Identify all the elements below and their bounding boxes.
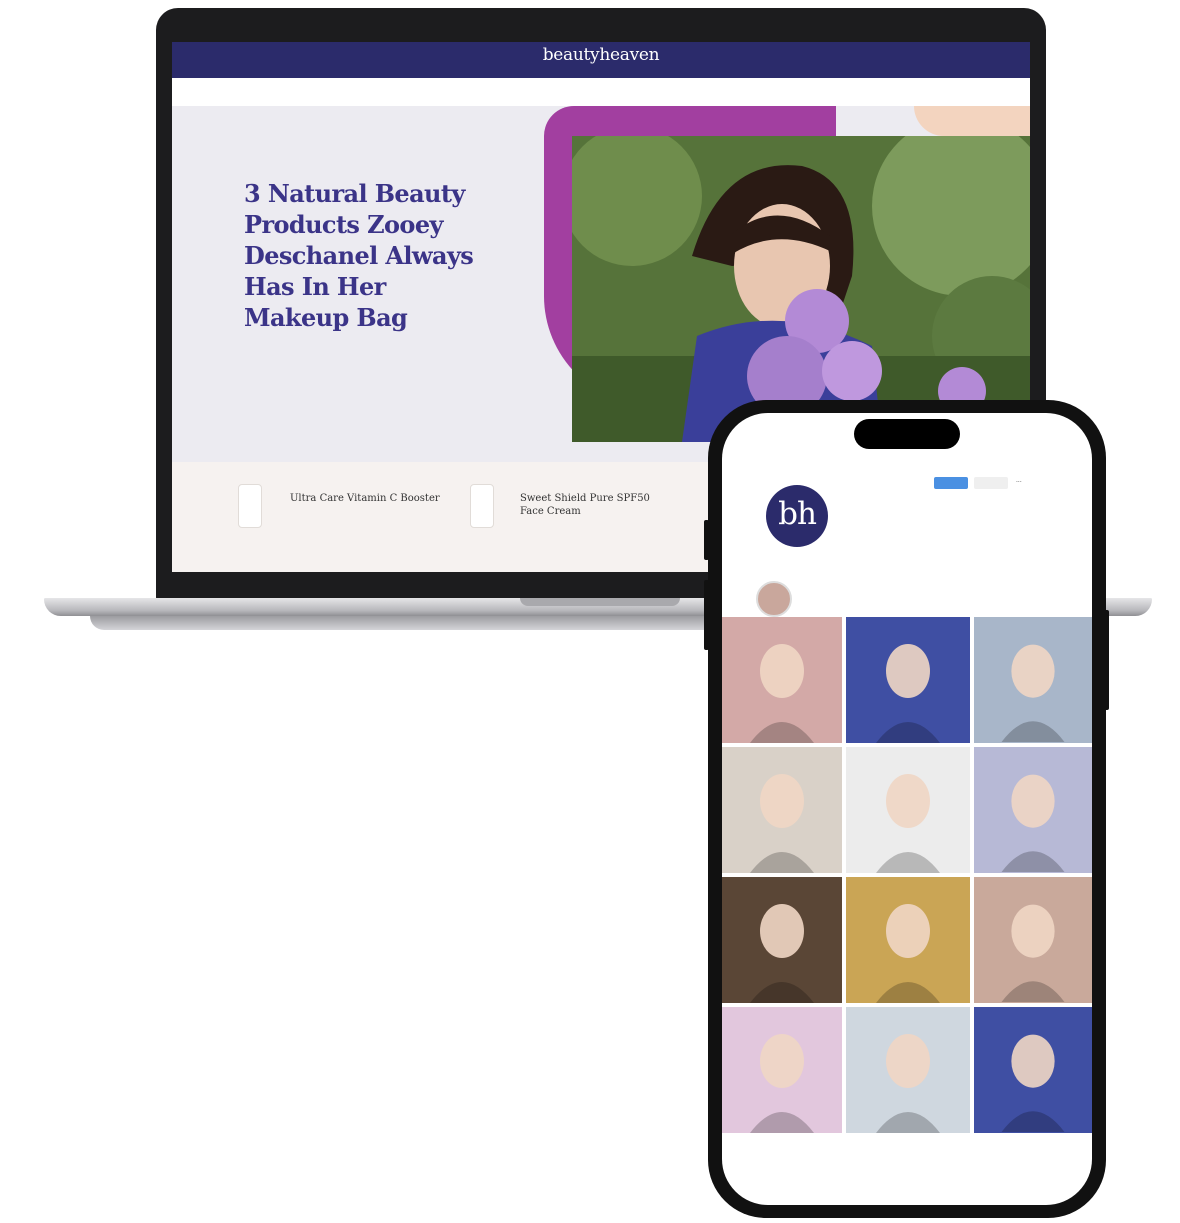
- post-image: [1001, 644, 1065, 742]
- product-name[interactable]: Sweet Shield Pure SPF50 Face Cream: [520, 492, 670, 518]
- post-image: [750, 644, 814, 743]
- hero-photo: [572, 136, 1030, 442]
- post-tile-two-blondes[interactable]: [974, 617, 1092, 743]
- post-image: [1001, 1034, 1065, 1132]
- follow-button[interactable]: [934, 477, 968, 489]
- post-image: [750, 1034, 814, 1133]
- hero-photo-illustration: [572, 136, 1030, 442]
- post-tile-cat-on-bed[interactable]: [846, 1007, 970, 1133]
- hero-decor-peach: [914, 106, 1030, 136]
- laptop-opening-notch: [520, 598, 680, 606]
- site-header: beautyheaven: [172, 42, 1030, 78]
- post-image: [876, 904, 940, 1003]
- post-image: [750, 774, 814, 873]
- post-tile-blonde-curtains[interactable]: [846, 877, 970, 1003]
- post-tile-film-still[interactable]: [722, 877, 842, 1003]
- post-image: [876, 1034, 940, 1133]
- product-thumbnail[interactable]: [238, 484, 262, 528]
- site-nav: [172, 78, 1030, 107]
- post-image: [750, 904, 814, 1003]
- post-grid: [722, 617, 1092, 1133]
- story-highlight[interactable]: [756, 581, 792, 617]
- post-tile-red-hair-portrait[interactable]: [722, 747, 842, 873]
- post-image: [1001, 774, 1065, 872]
- message-button[interactable]: [974, 477, 1008, 489]
- post-image: [876, 644, 940, 743]
- post-tile-pastel-poster[interactable]: [722, 1007, 842, 1133]
- post-tile-purple-promo[interactable]: [974, 1007, 1092, 1133]
- product-thumbnail[interactable]: [470, 484, 494, 528]
- site-logo[interactable]: beautyheaven: [172, 45, 1030, 65]
- post-tile-promo-red-dress[interactable]: [846, 617, 970, 743]
- post-tile-glam-portraits[interactable]: [974, 877, 1092, 1003]
- post-tile-blue-nails[interactable]: [974, 747, 1092, 873]
- post-image: [1001, 904, 1065, 1002]
- dynamic-island: [854, 419, 960, 449]
- post-image: [876, 774, 940, 873]
- post-tile-woman-pink-top[interactable]: [722, 617, 842, 743]
- more-options-icon[interactable]: ...: [1016, 477, 1022, 484]
- article-title[interactable]: 3 Natural Beauty Products Zooey Deschane…: [244, 178, 494, 333]
- profile-avatar[interactable]: bh: [766, 485, 828, 547]
- product-name[interactable]: Ultra Care Vitamin C Booster: [290, 492, 440, 505]
- post-tile-black-accessories[interactable]: [846, 747, 970, 873]
- phone-screen: bh ...: [722, 413, 1092, 1205]
